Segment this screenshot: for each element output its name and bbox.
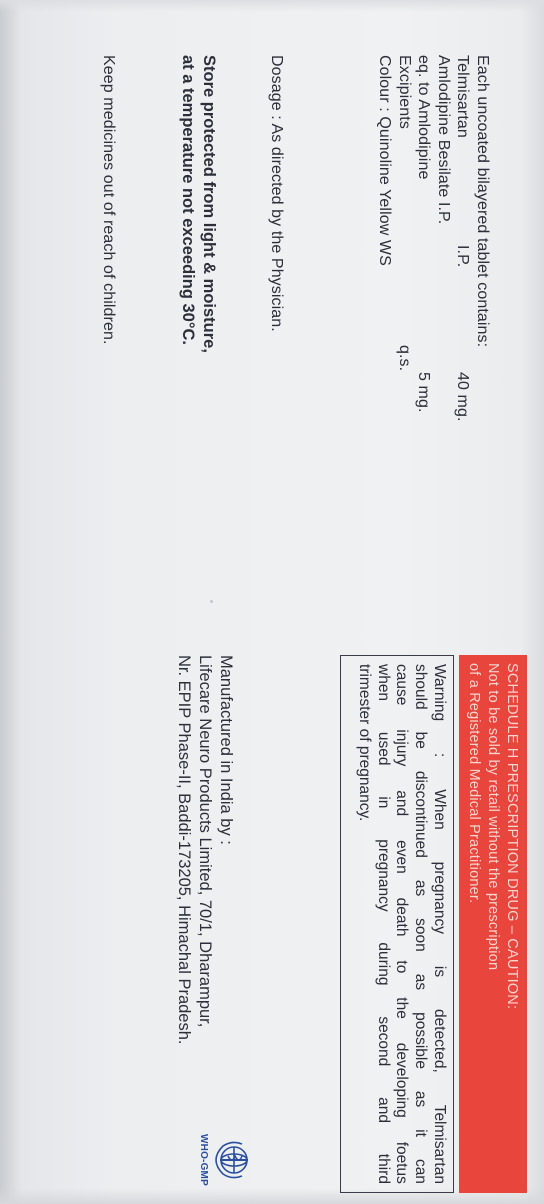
composition-block: Each uncoated bilayered tablet contains:… [375, 55, 492, 445]
composition-row-amlodipine-eq: eq. to Amlodipine 5 mg. [414, 55, 434, 445]
warning-word: injury [393, 729, 411, 767]
warning-line: Warning : When pregnancy is detected, Te… [429, 664, 448, 1184]
carton-side-panel: Each uncoated bilayered tablet contains:… [0, 0, 544, 1204]
ingredient-name: Amlodipine Besilate I.P. [435, 55, 452, 225]
warning-word: when [374, 664, 392, 702]
schedule-h-line: Not to be sold by retail without the pre… [485, 663, 502, 971]
warning-word: is [431, 965, 448, 978]
ingredient-name: eq. to Amlodipine [415, 55, 433, 180]
warning-word: developing [393, 1042, 411, 1118]
warning-word: possible [412, 1012, 430, 1069]
warning-word: be [412, 731, 430, 749]
warning-word: during [374, 942, 392, 986]
warning-word: pregnancy [374, 839, 392, 912]
warning-word: third [374, 1153, 392, 1184]
warning-word: When [431, 789, 448, 830]
warning-word: used [374, 731, 392, 766]
warning-word: foetus [393, 1141, 411, 1184]
warning-word: death [393, 897, 411, 937]
warning-word: soon [412, 918, 430, 952]
storage-line: Store protected from light & moisture, [200, 55, 218, 353]
warning-word: as [412, 879, 430, 897]
composition-row-colour: Colour : Quinoline Yellow WS [375, 55, 395, 445]
ingredient-quantity: 5 mg. [415, 372, 433, 413]
warning-word: Telmisartan [431, 1104, 448, 1184]
ingredient-standard: I.P. [454, 245, 472, 268]
warning-word: and [374, 1097, 392, 1123]
warning-word: as [412, 1090, 430, 1108]
dosage-text: Dosage : As directed by the Physician. [268, 55, 285, 332]
warning-word: even [393, 840, 411, 874]
schedule-h-title: SCHEDULE H PRESCRIPTION DRUG – CAUTION: [504, 663, 520, 1010]
warning-word: should [412, 664, 430, 710]
who-gmp-logo: WHO-GMP [184, 1125, 254, 1195]
manufacturer-label: Manufactured in India by : [217, 655, 235, 845]
storage-line: at a temperature not exceeding 30°C. [179, 55, 197, 345]
pregnancy-warning-box: Warning : When pregnancy is detected, Te… [340, 655, 454, 1193]
warning-line-last: trimester of pregnancy. [355, 664, 373, 822]
storage-instructions: Store protected from light & moisture, a… [177, 55, 219, 353]
ingredient-quantity: q.s. [396, 345, 413, 372]
warning-word: : [431, 753, 448, 758]
warning-word: Warning [431, 664, 448, 722]
warning-word: cause [393, 664, 411, 706]
warning-word: discontinued [412, 770, 430, 858]
warning-line: cause injury and even death to the devel… [392, 664, 411, 1184]
schedule-h-caution-box: SCHEDULE H PRESCRIPTION DRUG – CAUTION: … [459, 655, 527, 1193]
warning-word: pregnancy [431, 861, 448, 935]
who-emblem-icon [215, 1141, 248, 1179]
composition-heading-text: Each uncoated bilayered tablet contains: [474, 55, 491, 348]
manufacturer-block: Manufactured in India by : Lifecare Neur… [173, 655, 236, 1045]
warning-word: the [393, 997, 411, 1019]
warning-word: can [412, 1158, 430, 1184]
composition-row-telmisartan: Telmisartan I.P. 40 mg. [453, 55, 473, 445]
warning-word: as [412, 973, 430, 991]
warning-line: should be discontinued as soon as possib… [410, 664, 429, 1184]
children-warning: Keep medicines out of reach of children. [100, 55, 117, 345]
ingredient-name: Excipients [396, 55, 413, 129]
warning-word: it [412, 1129, 430, 1137]
warning-word: in [374, 796, 392, 809]
composition-heading: Each uncoated bilayered tablet contains: [473, 55, 493, 445]
warning-word: second [374, 1016, 392, 1067]
composition-row-amlodipine: Amlodipine Besilate I.P. [434, 55, 454, 445]
warning-word: detected, [431, 1009, 448, 1073]
manufacturer-address: Nr. EPIP Phase-II, Baddi-173205, Himacha… [175, 655, 193, 1045]
warning-line: when used in pregnancy during second and… [373, 664, 392, 1184]
schedule-h-line: of a Registered Medical Practitioner. [466, 663, 483, 904]
warning-word: to [393, 960, 411, 974]
manufacturer-name: Lifecare Neuro Products Limited, 70/1, D… [196, 655, 214, 1028]
ingredient-quantity: 40 mg. [454, 372, 472, 422]
ingredient-name: Telmisartan [454, 55, 472, 138]
colour-text: Colour : Quinoline Yellow WS [376, 55, 394, 266]
composition-row-excipients: Excipients q.s. [395, 55, 415, 445]
who-gmp-label: WHO-GMP [198, 1134, 209, 1186]
warning-word: and [393, 790, 411, 817]
